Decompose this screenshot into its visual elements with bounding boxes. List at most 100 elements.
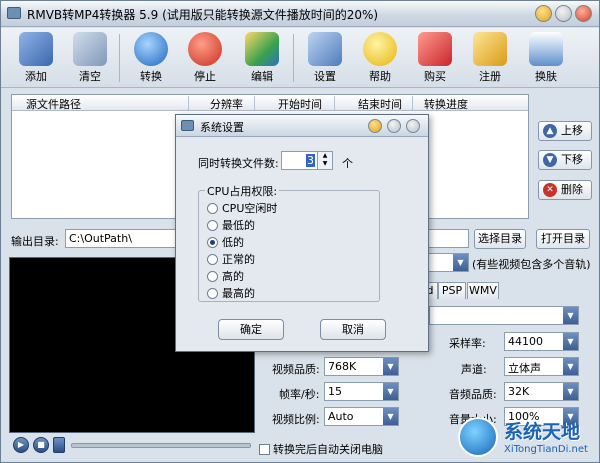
output-dir-input-end[interactable] [426,229,469,248]
chevron-down-icon[interactable]: ▼ [383,383,398,400]
column-end-time[interactable]: 结束时间 [358,96,402,112]
dialog-maximize-button[interactable] [387,119,401,133]
help-button[interactable]: 帮助 [357,30,403,86]
toolbar-separator [119,34,120,82]
concurrent-files-unit: 个 [342,157,353,170]
choose-dir-button[interactable]: 选择目录 [474,229,526,249]
concurrent-files-value[interactable]: 3 [306,154,315,167]
checkbox-box[interactable] [259,444,270,455]
concurrent-files-stepper[interactable]: 3 ▲ ▼ [281,151,333,170]
chevron-down-icon[interactable]: ▼ [563,358,578,375]
shopping-cart-icon [418,32,452,66]
auto-shutdown-checkbox[interactable]: 转换完后自动关闭电脑 [259,441,383,457]
delete-button[interactable]: ✕ 删除 [538,180,592,200]
column-start-time[interactable]: 开始时间 [278,96,322,112]
radio-dot-selected[interactable] [207,237,218,248]
main-window: RMVB转MP4转换器 5.9 (试用版只能转换源文件播放时间的20%) 添加 … [0,0,600,463]
toolbar-separator [293,34,294,82]
chevron-down-icon: ▼ [543,153,557,167]
dialog-minimize-button[interactable] [368,119,382,133]
column-divider[interactable] [254,96,255,110]
column-progress[interactable]: 转换进度 [424,96,468,112]
folder-open-icon [19,32,53,66]
video-quality-select[interactable]: 768K ▼ [324,357,399,376]
format-select[interactable]: ▼ [429,306,579,325]
output-dir-input[interactable]: C:\OutPath\ [65,229,185,248]
watermark: 系统天地 XiTongTianDi.net [456,411,600,463]
dialog-app-icon [181,120,194,131]
cpu-priority-group: CPU占用权限: CPU空闲时 最低的 低的 正常的 高的 最高的 [198,183,380,302]
maximize-button[interactable] [555,5,572,22]
radio-dot[interactable] [207,203,218,214]
gear-settings-icon [308,32,342,66]
stop-button[interactable]: 停止 [182,30,228,86]
move-down-button[interactable]: ▼ 下移 [538,150,592,170]
watermark-title: 系统天地 [504,421,581,443]
file-list-header: 源文件路径 分辨率 开始时间 结束时间 转换进度 [12,95,528,111]
close-icon: ✕ [543,183,557,197]
radio-dot[interactable] [207,271,218,282]
audio-quality-select[interactable]: 32K ▼ [504,382,579,401]
stepper-arrows-icon[interactable]: ▲ ▼ [317,152,332,169]
ok-button[interactable]: 确定 [218,319,284,340]
radio-dot[interactable] [207,220,218,231]
settings-button[interactable]: 设置 [302,30,348,86]
radio-dot[interactable] [207,254,218,265]
cpu-option-low[interactable]: 低的 [207,234,244,250]
column-resolution[interactable]: 分辨率 [210,96,243,112]
aspect-select[interactable]: Auto ▼ [324,407,399,426]
register-button[interactable]: 注册 [467,30,513,86]
dialog-close-button[interactable] [406,119,420,133]
open-dir-button[interactable]: 打开目录 [536,229,590,249]
chevron-down-icon[interactable]: ▼ [563,307,578,324]
seek-bar[interactable] [71,443,251,448]
chevron-down-icon[interactable]: ▼ [563,333,578,350]
chevron-down-icon[interactable]: ▼ [563,383,578,400]
framerate-select[interactable]: 15 ▼ [324,382,399,401]
cancel-button[interactable]: 取消 [320,319,386,340]
dialog-title-bar[interactable]: 系统设置 [176,115,428,137]
column-divider[interactable] [188,96,189,110]
app-icon [7,7,21,19]
concurrent-files-label: 同时转换文件数: [198,157,279,170]
close-button[interactable] [575,5,592,22]
buy-button[interactable]: 购买 [412,30,458,86]
radio-dot[interactable] [207,288,218,299]
audio-track-select[interactable]: ▼ [426,253,469,272]
player-controls: ▶ ■ [9,435,255,457]
play-icon[interactable]: ▶ [13,437,29,453]
video-quality-label: 视频品质: [272,363,320,376]
column-divider[interactable] [334,96,335,110]
edit-palette-icon [245,32,279,66]
chevron-up-icon: ▲ [543,124,557,138]
lock-icon [473,32,507,66]
cpu-option-highest[interactable]: 最高的 [207,285,255,301]
window-skin-icon [529,32,563,66]
cpu-option-idle[interactable]: CPU空闲时 [207,200,277,216]
move-up-button[interactable]: ▲ 上移 [538,121,592,141]
cpu-option-high[interactable]: 高的 [207,268,244,284]
seek-handle-icon[interactable] [53,437,65,453]
chevron-down-icon[interactable]: ▼ [453,254,468,271]
chevron-down-icon[interactable]: ▼ [383,408,398,425]
convert-button[interactable]: 转换 [128,30,174,86]
cpu-option-lowest[interactable]: 最低的 [207,217,255,233]
cpu-option-normal[interactable]: 正常的 [207,251,255,267]
add-button[interactable]: 添加 [13,30,59,86]
clear-button[interactable]: 清空 [67,30,113,86]
title-bar[interactable]: RMVB转MP4转换器 5.9 (试用版只能转换源文件播放时间的20%) [1,1,599,27]
minimize-button[interactable] [535,5,552,22]
tab-wmv[interactable]: WMV [467,282,499,299]
column-source-path[interactable]: 源文件路径 [26,96,81,112]
audio-quality-label: 音频品质: [449,388,497,401]
chevron-down-icon[interactable]: ▼ [383,358,398,375]
channel-select[interactable]: 立体声 ▼ [504,357,579,376]
column-divider[interactable] [412,96,413,110]
star-help-icon [363,32,397,66]
edit-button[interactable]: 编辑 [239,30,285,86]
cpu-priority-label: CPU占用权限: [205,183,280,199]
sample-rate-select[interactable]: 44100 ▼ [504,332,579,351]
tab-psp[interactable]: PSP [438,282,466,299]
skin-button[interactable]: 换肤 [523,30,569,86]
stop-icon[interactable]: ■ [33,437,49,453]
